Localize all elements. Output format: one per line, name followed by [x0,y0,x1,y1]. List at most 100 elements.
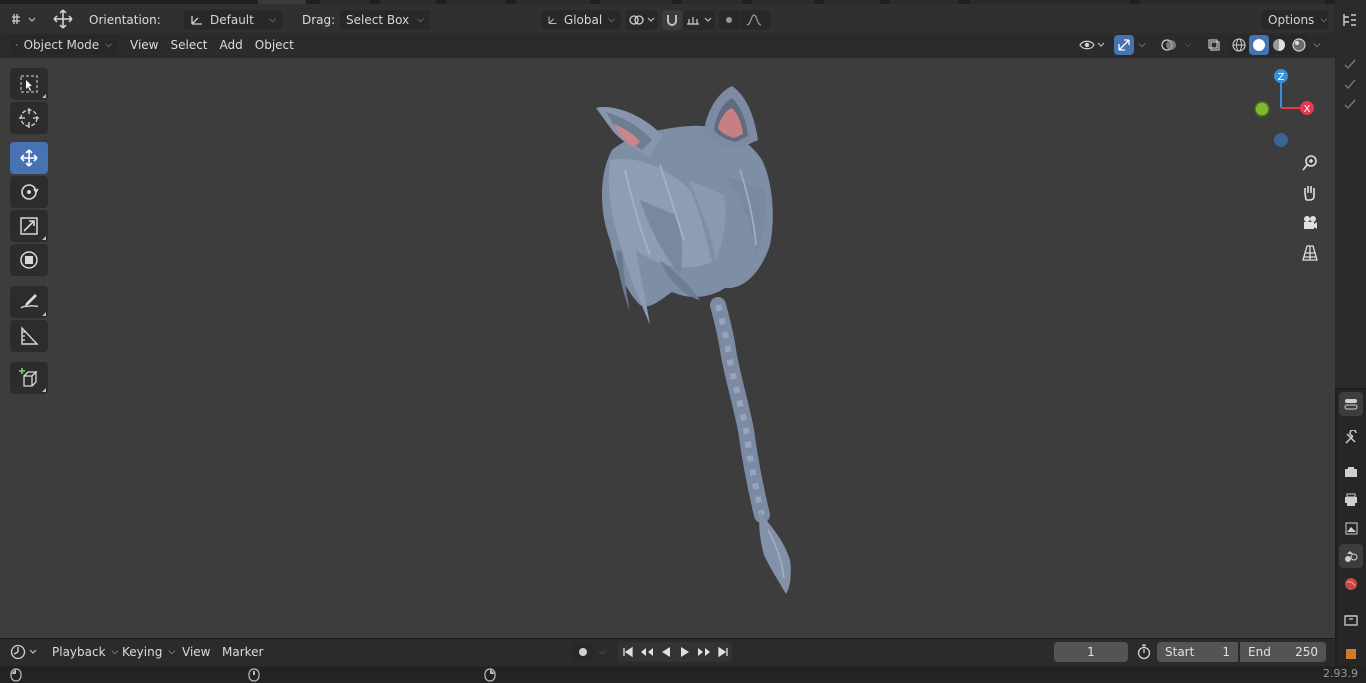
record-dot-icon [579,648,587,656]
workspace-tab[interactable] [752,0,814,4]
end-frame-field[interactable]: End 250 [1240,642,1326,662]
tool-move[interactable] [10,142,48,174]
tool-rotate[interactable] [10,176,48,208]
mouse-middle-icon [248,668,260,682]
checkmark-icon [1344,79,1356,90]
zoom-button[interactable] [1296,149,1324,177]
image-stack-icon [1345,522,1358,535]
proportional-editing-toggle[interactable] [719,10,739,30]
falloff-dropdown[interactable] [740,10,770,30]
end-value: 250 [1295,645,1318,659]
menu-timeline-view[interactable]: View [176,642,216,662]
visibility-dropdown[interactable] [1078,35,1108,55]
xray-toggle[interactable] [1204,35,1224,55]
shading-dropdown[interactable]: ⌵ [1309,35,1325,55]
3d-viewport[interactable]: Z X [0,58,1335,638]
menu-select[interactable]: Select [164,35,213,55]
gizmo-toggle[interactable] [1114,35,1134,55]
keying-set-dropdown[interactable]: ⌵ [594,642,610,662]
play-reverse-button[interactable] [656,642,675,662]
options-label: Options [1268,13,1315,27]
gizmo-z-label: Z [1278,72,1285,83]
next-keyframe-button[interactable] [694,642,713,662]
drag-dropdown[interactable]: Select Box ⌵ [340,10,430,30]
tool-measure[interactable] [10,320,48,352]
tab-scene[interactable] [1339,544,1363,568]
timeline-editor-type-button[interactable] [8,642,40,662]
overlays-toggle[interactable] [1158,35,1180,55]
tool-scale[interactable] [10,210,48,242]
menu-marker[interactable]: Marker [216,642,269,662]
tool-select-box[interactable] [10,68,48,100]
workspace-tab[interactable] [516,0,590,4]
workspace-tab[interactable] [320,0,370,4]
editor-type-button[interactable] [8,9,40,29]
tab-world[interactable] [1339,572,1363,596]
outliner-row-toggle[interactable] [1338,92,1362,116]
overlays-dropdown[interactable]: ⌵ [1180,35,1196,55]
menu-add[interactable]: Add [214,35,249,55]
start-frame-field[interactable]: Start 1 [1157,642,1238,662]
snap-toggle[interactable] [662,10,682,30]
tab-view-layer[interactable] [1339,516,1363,540]
mode-value: Object Mode [23,38,100,52]
shading-rendered[interactable] [1289,35,1309,55]
jump-start-button[interactable] [618,642,637,662]
object-cube-icon [1346,649,1356,659]
shading-material[interactable] [1269,35,1289,55]
properties-editor-type[interactable] [1339,392,1363,416]
workspace-tab[interactable] [890,0,958,4]
drag-value: Select Box [346,13,410,27]
workspace-tab[interactable] [600,0,672,4]
snap-target-dropdown[interactable] [683,10,715,30]
tool-annotate[interactable] [10,286,48,318]
tool-add-cube[interactable] [10,362,48,394]
menu-view[interactable]: View [124,35,164,55]
options-dropdown[interactable]: Options ⌵ [1262,10,1328,30]
prev-keyframe-button[interactable] [637,642,656,662]
tool-cursor[interactable] [10,102,48,134]
render-camera-icon [1345,467,1357,477]
shading-solid[interactable] [1249,35,1269,55]
menu-object[interactable]: Object [249,35,300,55]
tab-object[interactable] [1339,642,1363,666]
current-frame-field[interactable]: 1 [1054,642,1128,662]
camera-view-button[interactable] [1296,209,1324,237]
workspace-tab[interactable] [446,0,506,4]
printer-icon [1345,493,1357,506]
pan-button[interactable] [1296,179,1324,207]
scene-selector[interactable] [970,0,1130,4]
material-sphere-icon [1273,39,1285,51]
menu-keying[interactable]: Keying ⌵ [116,642,181,662]
transform-space-dropdown[interactable]: Global ⌵ [541,10,621,30]
tool-variants-indicator [42,94,46,98]
tab-output[interactable] [1339,488,1363,512]
workspace-tab-active[interactable] [258,0,306,4]
tab-render[interactable] [1339,460,1363,484]
editor-type-icon [12,14,36,24]
gizmo-dropdown[interactable]: ⌵ [1134,35,1150,55]
tab-collection[interactable] [1339,608,1363,632]
orientation-dropdown[interactable]: Default ⌵ [184,10,282,30]
workspace-tab[interactable] [682,0,742,4]
play-button[interactable] [675,642,694,662]
workspace-tab[interactable] [380,0,436,4]
mode-dropdown[interactable]: Object Mode ⌵ [10,35,118,55]
navigation-gizmo[interactable]: Z X [1248,68,1318,148]
workspace-tab[interactable] [824,0,880,4]
tool-transform[interactable] [10,244,48,276]
outliner-icon [1343,14,1356,26]
auto-keying-toggle[interactable] [572,642,594,662]
jump-end-button[interactable] [713,642,732,662]
outliner-editor-type[interactable] [1338,8,1362,32]
tab-tool[interactable] [1339,426,1363,450]
preview-range-toggle[interactable] [1134,642,1154,662]
shading-wireframe[interactable] [1229,35,1249,55]
chevron-down-icon: ⌵ [1138,40,1146,50]
properties-icon [1344,399,1358,410]
view-layer-selector[interactable] [1140,0,1325,4]
menu-playback[interactable]: Playback ⌵ [46,642,124,662]
pivot-point-dropdown[interactable] [626,10,658,30]
eye-icon [1079,40,1105,50]
perspective-toggle-button[interactable] [1296,239,1324,267]
